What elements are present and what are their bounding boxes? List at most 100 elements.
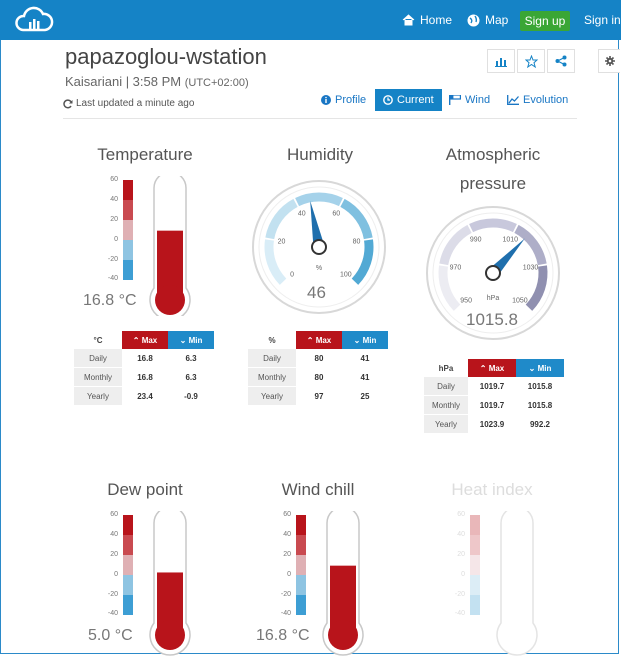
- row-min: 41: [360, 353, 370, 363]
- temperature-title: Temperature: [97, 145, 193, 164]
- row-label: Yearly: [424, 414, 468, 434]
- gear-icon: [604, 56, 615, 66]
- signin-link[interactable]: Sign in: [584, 0, 621, 40]
- table-min-header: ⌄ Min: [168, 331, 214, 349]
- pressure-title-line2: pressure: [459, 174, 527, 193]
- thermometer-bulb: [328, 620, 358, 650]
- gauge-tick-label: 60: [332, 211, 340, 218]
- heatindex-tick: -40: [454, 610, 465, 617]
- refresh-icon: [63, 98, 73, 108]
- windchill-tick: 60: [283, 511, 291, 518]
- clock-icon: [383, 95, 393, 105]
- row-max: 1019.7: [479, 381, 505, 391]
- thermometer-scale-bar: [123, 515, 133, 615]
- row-min: -0.9: [184, 391, 198, 401]
- gauge-tick-label: 950: [460, 297, 472, 304]
- chart-button[interactable]: [487, 49, 515, 73]
- share-button[interactable]: [547, 49, 575, 73]
- gauge-tick-label: 970: [450, 265, 462, 272]
- temperature-tick: -40: [107, 275, 118, 282]
- row-min: 1015.8: [527, 381, 553, 391]
- header-divider: [63, 118, 577, 119]
- nav-home-label: Home: [420, 13, 453, 27]
- tab-evolution-label: Evolution: [523, 94, 569, 106]
- thermometer-bulb: [155, 620, 185, 650]
- location-time: Kaisariani | 3:58 PM: [65, 74, 182, 89]
- last-updated-text: Last updated a minute ago: [76, 98, 195, 109]
- flag-icon: [449, 95, 461, 105]
- gauge-tick-label: 0: [290, 271, 294, 278]
- top-navbar: Home Map Sign up Sign in: [0, 0, 621, 40]
- gauge-tick-label: 1030: [523, 265, 539, 272]
- row-label: Yearly: [248, 386, 296, 406]
- table-max-header: ⌃ Max: [468, 359, 516, 377]
- last-updated: Last updated a minute ago: [63, 98, 194, 109]
- humidity-title: Humidity: [286, 145, 354, 164]
- thermometer-scale-bar: [123, 180, 133, 280]
- nav-map-label: Map: [485, 13, 509, 27]
- nav-home-link[interactable]: Home: [402, 0, 452, 40]
- station-location: Kaisariani | 3:58 PM (UTC+02:00): [65, 74, 249, 89]
- nav-map-link[interactable]: Map: [467, 0, 508, 40]
- dewpoint-value: 5.0 °C: [88, 627, 133, 644]
- dewpoint-tick: 20: [110, 551, 118, 558]
- dewpoint-tick: 0: [114, 571, 118, 578]
- heatindex-tick: 60: [457, 511, 465, 518]
- tab-current-label: Current: [397, 94, 434, 106]
- gauge-unit: hPa: [487, 295, 500, 302]
- thermometer-scale-bar: [470, 515, 480, 615]
- tab-profile-label: Profile: [335, 94, 367, 106]
- thermometer-tube: [496, 511, 538, 656]
- table-min-header: ⌄ Min: [516, 359, 564, 377]
- row-label: Monthly: [74, 367, 122, 387]
- settings-button[interactable]: [598, 49, 620, 73]
- temperature-tick: 20: [110, 216, 118, 223]
- row-min: 1015.8: [527, 400, 553, 410]
- heatindex-title: Heat index: [451, 480, 533, 499]
- gauge-tick-label: 20: [278, 239, 286, 246]
- thermometer-scale-bar: [296, 515, 306, 615]
- table-unit: hPa: [438, 363, 454, 373]
- gauge-band: [295, 192, 343, 207]
- table-max-header: ⌃ Max: [122, 331, 168, 349]
- tab-profile[interactable]: Profile: [321, 89, 366, 111]
- windchill-tick: 20: [283, 551, 291, 558]
- heatindex-tick: 40: [457, 531, 465, 538]
- row-label: Daily: [74, 349, 122, 368]
- gauge-tick-label: 80: [353, 239, 361, 246]
- station-name: papazoglou-wstation: [65, 44, 267, 69]
- dewpoint-tick: 40: [110, 531, 118, 538]
- row-min: 6.3: [185, 353, 197, 363]
- row-max: 80: [314, 372, 324, 382]
- signup-button[interactable]: Sign up: [520, 11, 570, 31]
- tab-evolution[interactable]: Evolution: [507, 89, 568, 111]
- row-min: 25: [360, 391, 370, 401]
- row-max: 97: [314, 391, 324, 401]
- temperature-tick: 0: [114, 236, 118, 243]
- tab-wind-label: Wind: [465, 94, 491, 106]
- table-unit: °C: [93, 335, 103, 345]
- dewpoint-tick: -20: [107, 591, 118, 598]
- windchill-title: Wind chill: [281, 480, 355, 499]
- windchill-tick: 0: [287, 571, 291, 578]
- tab-wind[interactable]: Wind: [449, 89, 490, 111]
- star-icon: [524, 54, 538, 68]
- windchill-value: 16.8 °C: [256, 627, 310, 644]
- cloud-logo-icon[interactable]: [14, 6, 54, 34]
- temperature-tick: 60: [110, 176, 118, 183]
- tab-current[interactable]: Current: [375, 89, 442, 111]
- table-min-header: ⌄ Min: [342, 331, 388, 349]
- row-max: 1023.9: [479, 419, 505, 429]
- table-unit: %: [268, 335, 276, 345]
- dewpoint-tick: -40: [107, 610, 118, 617]
- gauge-unit: %: [316, 265, 322, 272]
- row-max: 1019.7: [479, 400, 505, 410]
- dewpoint-tick: 60: [110, 511, 118, 518]
- row-min: 992.2: [529, 419, 551, 429]
- windchill-tick: 40: [283, 531, 291, 538]
- info-icon: [321, 95, 331, 105]
- share-icon: [555, 55, 567, 67]
- timezone: (UTC+02:00): [184, 77, 249, 89]
- gauge-tick-label: 100: [340, 271, 352, 278]
- favorite-button[interactable]: [517, 49, 545, 73]
